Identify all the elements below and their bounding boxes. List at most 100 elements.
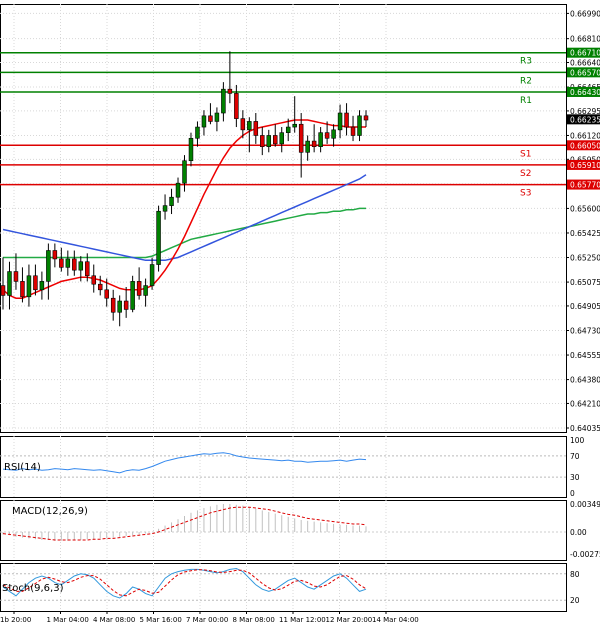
y-tick-label: 0.64210 xyxy=(570,399,600,408)
macd-label: MACD(12,26,9) xyxy=(12,506,88,517)
candle-body xyxy=(20,281,25,298)
rsi-tick-label: 70 xyxy=(570,452,580,461)
candle-body xyxy=(52,250,58,260)
rsi-pane-frame xyxy=(0,436,567,498)
candle-body xyxy=(188,137,194,162)
candle-body xyxy=(363,115,369,121)
x-tick-label: 7 Mar 00:00 xyxy=(186,616,228,624)
candle-body xyxy=(266,135,272,147)
candle-body xyxy=(201,115,207,128)
candle-body xyxy=(130,281,135,310)
candle-body xyxy=(318,132,323,147)
x-tick-label: 5 Mar 16:00 xyxy=(140,616,182,624)
candle-body xyxy=(279,132,284,145)
x-tick-label: 8 Mar 08:00 xyxy=(233,616,275,624)
rsi-tick-label: 30 xyxy=(570,473,580,482)
candle-body xyxy=(331,129,336,139)
candle-body xyxy=(214,112,220,122)
candle-body xyxy=(169,196,174,206)
y-tick-label: 0.66640 xyxy=(570,59,600,68)
candle-body xyxy=(143,285,148,296)
y-tick-label: 0.64905 xyxy=(570,302,600,311)
candle-body xyxy=(344,112,349,128)
level-price-label: 0.65770 xyxy=(570,181,600,190)
x-tick-label: 4 Mar 08:00 xyxy=(93,616,135,624)
candle-body xyxy=(298,123,304,153)
candle-body xyxy=(253,121,259,136)
candle-body xyxy=(273,135,278,145)
candle-body xyxy=(13,271,19,282)
candle-body xyxy=(292,123,297,128)
macd-tick-label: 0.00 xyxy=(570,528,587,537)
candle-body xyxy=(208,115,213,122)
level-name-s1: S1 xyxy=(520,149,531,159)
level-price-label: 0.66050 xyxy=(570,141,600,150)
candle-body xyxy=(59,258,64,268)
rsi-tick-label: 0 xyxy=(570,489,575,498)
level-name-s3: S3 xyxy=(520,189,531,199)
x-tick-label: 11 Mar 12:00 xyxy=(279,616,326,624)
candle-body xyxy=(7,271,12,296)
candle-body xyxy=(0,285,6,296)
candle-body xyxy=(33,275,38,291)
y-tick-label: 0.64380 xyxy=(570,376,600,385)
candle-body xyxy=(65,258,71,268)
candle-body xyxy=(221,88,226,114)
level-price-label: 0.66430 xyxy=(570,88,600,97)
candle-body xyxy=(234,93,239,119)
candle-body xyxy=(117,300,122,313)
candle-body xyxy=(182,160,187,184)
y-tick-label: 0.64555 xyxy=(570,351,600,360)
level-name-r1: R1 xyxy=(520,96,532,106)
y-tick-label: 0.66120 xyxy=(570,131,600,140)
candle-body xyxy=(195,126,200,139)
candle-body xyxy=(156,210,161,265)
level-name-r2: R2 xyxy=(520,76,532,86)
candle-body xyxy=(311,140,317,147)
x-tick-label: 12 Mar 20:00 xyxy=(326,616,373,624)
y-tick-label: 0.64730 xyxy=(570,326,600,335)
candle-body xyxy=(78,261,84,271)
candle-body xyxy=(337,112,343,131)
x-tick-label: 1 Mar 04:00 xyxy=(47,616,89,624)
candle-body xyxy=(149,264,155,286)
macd-tick-label: -0.002752 xyxy=(570,550,600,559)
candle-body xyxy=(110,297,116,313)
candle-body xyxy=(350,126,356,136)
level-price-label: 0.66710 xyxy=(570,49,600,58)
candle-body xyxy=(97,283,103,291)
y-tick-label: 0.64035 xyxy=(570,424,600,433)
y-tick-label: 0.65250 xyxy=(570,254,600,263)
macd-tick-label: 0.003498 xyxy=(570,500,600,509)
candle-body xyxy=(175,182,181,198)
candle-body xyxy=(227,88,233,94)
candle-body xyxy=(305,140,310,153)
stoch-tick-label: 20 xyxy=(570,596,580,605)
y-tick-label: 0.65425 xyxy=(570,229,600,238)
candle-body xyxy=(123,300,129,310)
forex-chart: 0.669900.668100.666400.664650.662950.661… xyxy=(0,0,600,626)
candle-body xyxy=(260,135,265,147)
y-tick-label: 0.66810 xyxy=(570,35,600,44)
y-tick-label: 0.66990 xyxy=(570,9,600,18)
candle-body xyxy=(85,261,90,277)
x-tick-label: 1b 20:00 xyxy=(0,616,31,624)
candle-body xyxy=(240,118,246,131)
candle-body xyxy=(46,250,51,282)
candle-body xyxy=(162,205,168,212)
candle-body xyxy=(91,275,96,285)
level-name-r3: R3 xyxy=(520,57,532,67)
candle-body xyxy=(136,281,142,296)
current-price-label: 0.66235 xyxy=(570,115,600,124)
stoch-tick-label: 80 xyxy=(570,570,580,579)
y-tick-label: 0.65075 xyxy=(570,278,600,287)
candle-body xyxy=(324,132,330,139)
chart-svg: 0.669900.668100.666400.664650.662950.661… xyxy=(0,4,600,624)
level-name-s2: S2 xyxy=(520,169,531,179)
candle-body xyxy=(285,126,291,133)
stoch-label: Stoch(9,6,3) xyxy=(2,583,64,594)
candle-body xyxy=(104,289,109,299)
rsi-label: RSI(14) xyxy=(4,462,41,473)
x-tick-label: 14 Mar 04:00 xyxy=(372,616,419,624)
level-price-label: 0.65910 xyxy=(570,161,600,170)
